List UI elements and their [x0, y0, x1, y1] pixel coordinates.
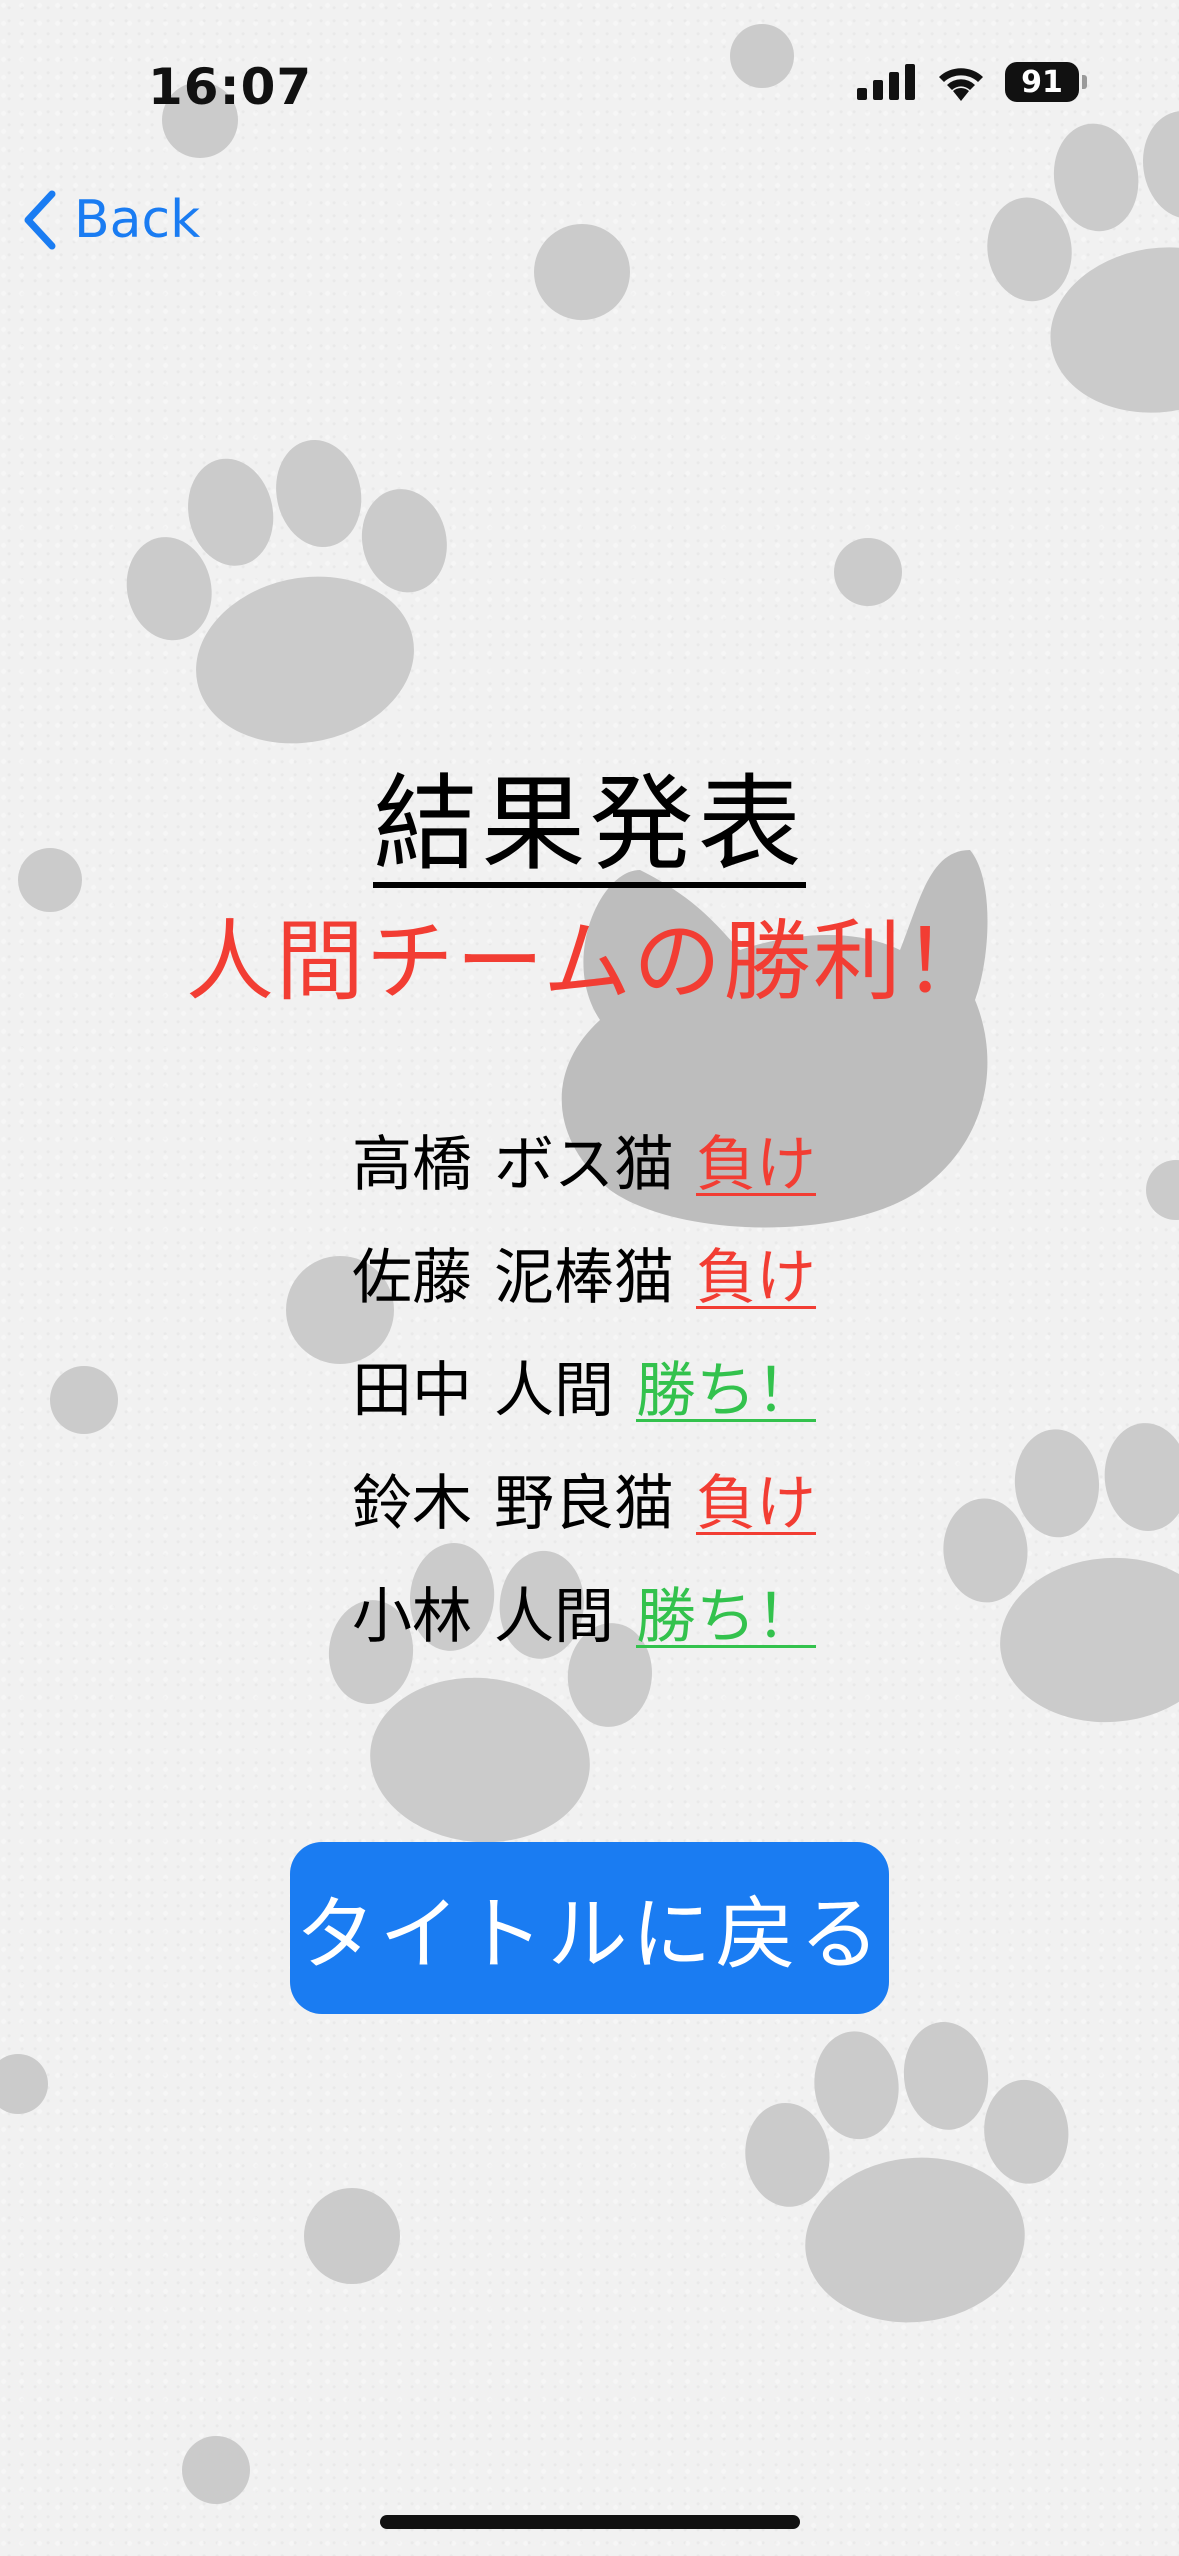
player-role: 泥棒猫	[494, 1243, 674, 1313]
page-title: 結果発表	[0, 772, 1179, 888]
page-title-text: 結果発表	[373, 772, 806, 888]
status-indicators: 91	[857, 62, 1087, 102]
player-row: 鈴木 野良猫 負け	[352, 1464, 832, 1577]
player-row: 田中 人間 勝ち！	[352, 1351, 832, 1464]
player-results-list: 高橋 ボス猫 負け 佐藤 泥棒猫 負け 田中 人間 勝ち！ 鈴木 野良猫 負け …	[352, 1125, 832, 1690]
player-role: 人間	[494, 1356, 614, 1426]
player-row: 高橋 ボス猫 負け	[352, 1125, 832, 1238]
cellular-signal-icon	[857, 64, 915, 100]
player-name: 佐藤	[352, 1243, 472, 1313]
player-outcome-lose: 負け	[696, 1243, 816, 1313]
player-role: 人間	[494, 1582, 614, 1652]
player-outcome-win: 勝ち！	[636, 1582, 816, 1652]
winner-announcement: 人間チームの勝利！	[185, 910, 994, 1013]
player-row: 小林 人間 勝ち！	[352, 1577, 832, 1690]
home-indicator[interactable]	[380, 2515, 800, 2529]
player-name: 小林	[352, 1582, 472, 1652]
back-label: Back	[74, 190, 201, 250]
chevron-left-icon	[24, 190, 56, 250]
player-name: 田中	[352, 1356, 472, 1426]
player-outcome-lose: 負け	[696, 1469, 816, 1539]
battery-level: 91	[1021, 64, 1063, 100]
player-role: ボス猫	[494, 1130, 674, 1200]
status-time: 16:07	[148, 58, 313, 116]
player-role: 野良猫	[494, 1469, 674, 1539]
back-button[interactable]: Back	[22, 190, 200, 250]
player-row: 佐藤 泥棒猫 負け	[352, 1238, 832, 1351]
wifi-icon	[939, 68, 983, 101]
player-name: 高橋	[352, 1130, 472, 1200]
return-to-title-button[interactable]: タイトルに戻る	[290, 1842, 889, 2014]
player-outcome-lose: 負け	[696, 1130, 816, 1200]
player-name: 鈴木	[352, 1469, 472, 1539]
player-outcome-win: 勝ち！	[636, 1356, 816, 1426]
battery-indicator: 91	[1005, 62, 1087, 102]
